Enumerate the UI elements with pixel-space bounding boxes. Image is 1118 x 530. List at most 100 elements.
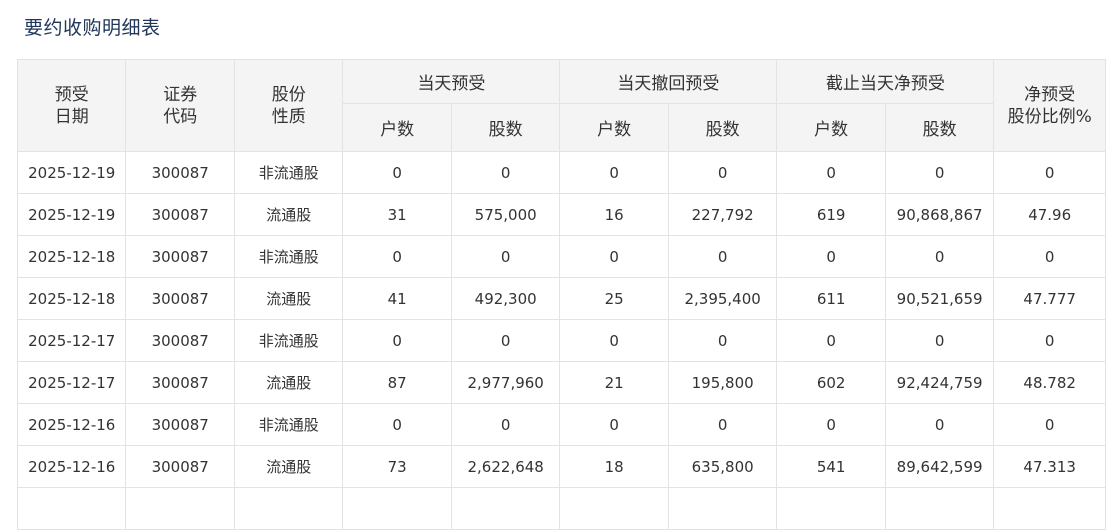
cell-share-type: 非流通股	[233, 235, 344, 278]
cell-share-type: 流通股	[233, 445, 344, 488]
cell-withdraw-shares: 227,792	[667, 193, 778, 236]
cell-ratio: 0	[993, 151, 1106, 194]
cell-date: 2025-12-19	[16, 193, 127, 236]
cell-empty	[342, 487, 452, 530]
cell-empty	[776, 487, 886, 530]
cell-withdraw-households: 0	[559, 151, 669, 194]
cell-net-households: 0	[776, 235, 886, 278]
header-ratio-line2: 股份比例%	[1007, 106, 1092, 127]
cell-today-shares: 2,977,960	[450, 361, 561, 404]
cell-withdraw-households: 21	[559, 361, 669, 404]
cell-withdraw-households: 0	[559, 235, 669, 278]
cell-code: 300087	[125, 361, 235, 404]
cell-share-type: 非流通股	[233, 403, 344, 446]
cell-empty	[233, 487, 344, 530]
cell-withdraw-households: 0	[559, 403, 669, 446]
header-ratio-line1: 净预受	[1024, 84, 1076, 105]
tender-offer-detail-table-container: 预受 日期 证券 代码 股份 性质 当天预受 当天撤回预受 截止当天净预受 净预…	[16, 59, 1106, 530]
header-share-type-line2: 性质	[271, 106, 306, 127]
cell-withdraw-households: 16	[559, 193, 669, 236]
cell-date: 2025-12-17	[16, 319, 127, 362]
cell-code: 300087	[125, 235, 235, 278]
cell-ratio: 48.782	[993, 361, 1106, 404]
cell-date: 2025-12-17	[16, 361, 127, 404]
cell-withdraw-shares: 2,395,400	[667, 277, 778, 320]
header-today-households: 户数	[342, 103, 452, 152]
header-code-line2: 代码	[163, 106, 198, 127]
cell-date: 2025-12-18	[16, 235, 127, 278]
cell-today-households: 73	[342, 445, 452, 488]
cell-date: 2025-12-19	[16, 151, 127, 194]
cell-share-type: 非流通股	[233, 151, 344, 194]
cell-net-shares: 0	[884, 235, 995, 278]
cell-share-type: 非流通股	[233, 319, 344, 362]
table-row: 2025-12-19 300087 流通股 31 575,000 16 227,…	[16, 193, 1106, 236]
header-date-line2: 日期	[54, 106, 89, 127]
cell-withdraw-shares: 0	[667, 235, 778, 278]
cell-empty	[450, 487, 561, 530]
page-title: 要约收购明细表	[24, 17, 161, 39]
header-today-shares: 股数	[450, 103, 561, 152]
cell-date: 2025-12-16	[16, 445, 127, 488]
cell-net-shares: 90,868,867	[884, 193, 995, 236]
cell-today-households: 87	[342, 361, 452, 404]
cell-today-shares: 0	[450, 151, 561, 194]
cell-empty	[125, 487, 235, 530]
cell-net-shares: 92,424,759	[884, 361, 995, 404]
header-net-shares: 股数	[884, 103, 995, 152]
header-share-type-line1: 股份	[271, 84, 306, 105]
cell-withdraw-shares: 0	[667, 319, 778, 362]
cell-net-households: 0	[776, 319, 886, 362]
cell-net-shares: 90,521,659	[884, 277, 995, 320]
header-share-type: 股份 性质	[233, 59, 344, 152]
cell-today-shares: 0	[450, 403, 561, 446]
tender-offer-detail-table: 预受 日期 证券 代码 股份 性质 当天预受 当天撤回预受 截止当天净预受 净预…	[16, 59, 1106, 530]
cell-withdraw-households: 0	[559, 319, 669, 362]
table-row: 2025-12-18 300087 流通股 41 492,300 25 2,39…	[16, 277, 1106, 320]
cell-code: 300087	[125, 193, 235, 236]
table-row: 2025-12-17 300087 流通股 87 2,977,960 21 19…	[16, 361, 1106, 404]
table-body: 2025-12-19 300087 非流通股 0 0 0 0 0 0 0 202…	[16, 151, 1106, 530]
cell-withdraw-households: 18	[559, 445, 669, 488]
cell-share-type: 流通股	[233, 361, 344, 404]
cell-today-shares: 2,622,648	[450, 445, 561, 488]
cell-today-households: 41	[342, 277, 452, 320]
cell-empty	[16, 487, 127, 530]
cell-net-households: 0	[776, 403, 886, 446]
table-header: 预受 日期 证券 代码 股份 性质 当天预受 当天撤回预受 截止当天净预受 净预…	[16, 59, 1106, 152]
cell-withdraw-shares: 0	[667, 151, 778, 194]
header-date-line1: 预受	[54, 84, 89, 105]
cell-today-shares: 492,300	[450, 277, 561, 320]
table-row: 2025-12-19 300087 非流通股 0 0 0 0 0 0 0	[16, 151, 1106, 194]
cell-today-households: 0	[342, 151, 452, 194]
header-code: 证券 代码	[125, 59, 235, 152]
cell-empty	[559, 487, 669, 530]
cell-net-households: 619	[776, 193, 886, 236]
cell-code: 300087	[125, 403, 235, 446]
cell-withdraw-households: 25	[559, 277, 669, 320]
header-group-today: 当天预受	[342, 59, 561, 104]
cell-net-households: 602	[776, 361, 886, 404]
cell-today-households: 0	[342, 319, 452, 362]
cell-today-shares: 0	[450, 235, 561, 278]
cell-share-type: 流通股	[233, 277, 344, 320]
cell-net-shares: 0	[884, 319, 995, 362]
cell-ratio: 47.96	[993, 193, 1106, 236]
table-row: 2025-12-16 300087 非流通股 0 0 0 0 0 0 0	[16, 403, 1106, 446]
cell-empty	[884, 487, 995, 530]
cell-today-households: 0	[342, 235, 452, 278]
cell-net-shares: 89,642,599	[884, 445, 995, 488]
cell-net-households: 541	[776, 445, 886, 488]
header-ratio: 净预受 股份比例%	[993, 59, 1106, 152]
header-net-households: 户数	[776, 103, 886, 152]
cell-today-households: 0	[342, 403, 452, 446]
cell-today-shares: 0	[450, 319, 561, 362]
cell-code: 300087	[125, 319, 235, 362]
cell-code: 300087	[125, 151, 235, 194]
header-code-line1: 证券	[163, 84, 198, 105]
cell-date: 2025-12-16	[16, 403, 127, 446]
table-row-partial	[16, 487, 1106, 530]
cell-net-households: 0	[776, 151, 886, 194]
header-date: 预受 日期	[16, 59, 127, 152]
cell-today-households: 31	[342, 193, 452, 236]
